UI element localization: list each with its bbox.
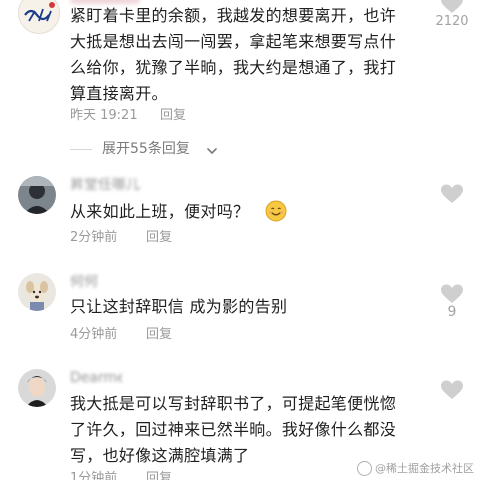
avatar[interactable]	[18, 0, 60, 34]
like-button[interactable]	[440, 0, 464, 14]
comment-time: 2分钟前	[70, 230, 118, 245]
like-button[interactable]	[440, 184, 464, 204]
comment-text: 从来如此上班，便对吗？	[70, 202, 250, 221]
avatar[interactable]	[18, 176, 56, 214]
reply-button[interactable]: 回复	[146, 326, 172, 344]
comment-time: 4分钟前	[70, 327, 118, 342]
comment-line: 了许久，回过神来已然半晌。我好像什么都没	[70, 420, 397, 439]
watermark-text: @稀土掘金技术社区	[375, 461, 474, 475]
comment-body: 从来如此上班，便对吗？	[70, 199, 249, 225]
comment-line: 么给你，犹豫了半晌，我大约是想通了，我打	[70, 58, 397, 77]
heart-outline-icon[interactable]	[440, 0, 464, 14]
username-blurred: Dearme	[70, 371, 122, 385]
comment-line: 紧盯着卡里的余额，我越发的想要离开，也许	[70, 6, 397, 25]
chevron-down-icon[interactable]	[206, 142, 218, 161]
reply-button[interactable]: 回复	[146, 229, 172, 247]
comment-body: 紧盯着卡里的余额，我越发的想要离开，也许 大抵是想出去闯一闯罢，拿起笔来想要写点…	[70, 3, 396, 107]
like-button[interactable]	[440, 380, 464, 400]
divider	[70, 149, 92, 150]
like-button[interactable]	[440, 284, 464, 304]
watermark: @稀土掘金技术社区	[357, 461, 474, 476]
comment-page: 2120 紧盯着卡里的余额，我越发的想要离开，也许 大抵是想出去闯一闯罢，拿起笔…	[0, 0, 480, 480]
comment-line: 写，也好像这满腔填满了	[70, 446, 250, 465]
juejin-logo-icon	[357, 461, 372, 476]
comment-text: 只让这封辞职信 成为影的告别	[70, 297, 288, 316]
like-count: 2120	[435, 14, 469, 29]
smile-emoji-icon	[265, 200, 287, 226]
like-count: 9	[447, 304, 457, 320]
comment-time: 昨天 19:21	[70, 108, 138, 123]
comment-line: 算直接离开。	[70, 84, 168, 103]
expand-replies-button[interactable]: 展开55条回复	[102, 139, 190, 159]
heart-outline-icon[interactable]	[440, 380, 464, 400]
reply-button[interactable]: 回复	[160, 107, 186, 125]
comment-body: 我大抵是可以写封辞职书了，可提起笔便恍惚 了许久，回过神来已然半晌。我好像什么都…	[70, 391, 396, 469]
comment-body: 只让这封辞职信 成为影的告别	[70, 294, 287, 320]
username-blurred: 昇堂任哪儿	[70, 178, 140, 192]
avatar[interactable]	[18, 369, 56, 407]
avatar[interactable]	[18, 273, 56, 311]
reply-button[interactable]: 回复	[146, 470, 172, 480]
comment-line: 大抵是想出去闯一闯罢，拿起笔来想要写点什	[70, 32, 397, 51]
heart-outline-icon[interactable]	[440, 284, 464, 304]
username-blurred: 何何	[70, 275, 98, 289]
heart-outline-icon[interactable]	[440, 184, 464, 204]
comment-line: 我大抵是可以写封辞职书了，可提起笔便恍惚	[70, 394, 397, 413]
comment-time: 1分钟前	[70, 471, 118, 480]
